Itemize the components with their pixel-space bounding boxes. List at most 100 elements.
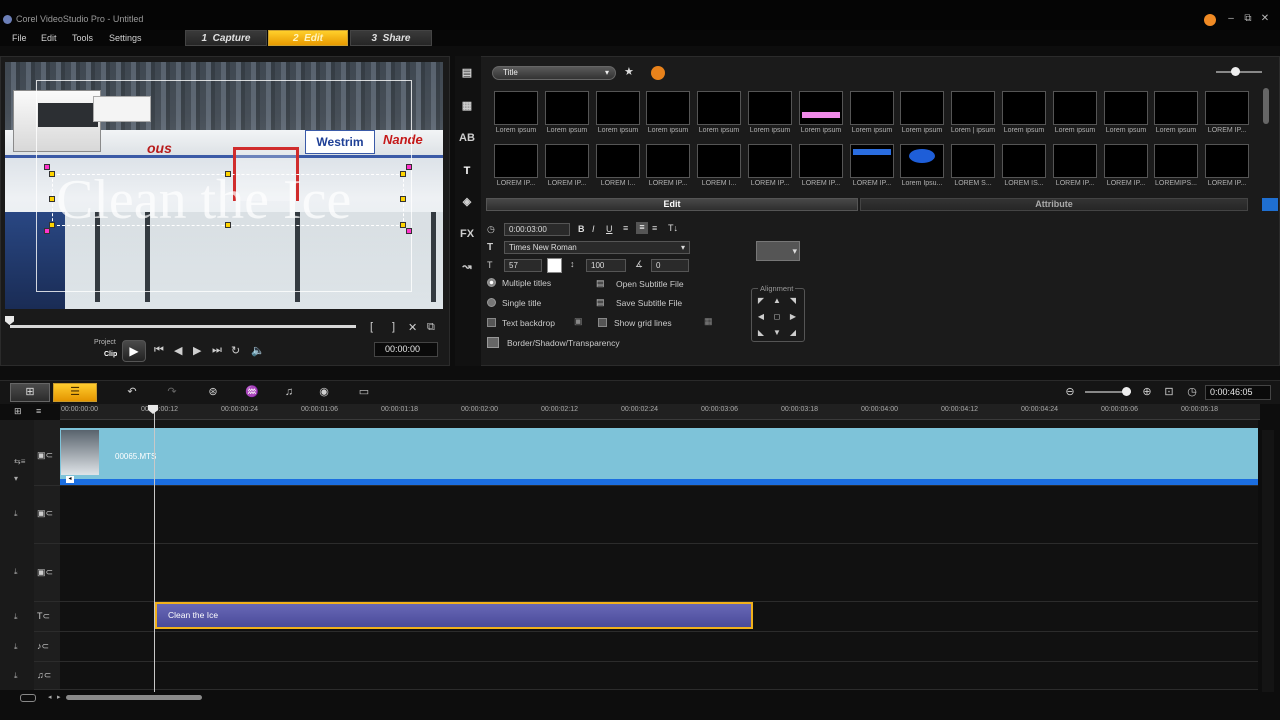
record-capture-icon[interactable]: ⊛ [203,384,223,400]
single-title-radio[interactable] [487,298,496,307]
graphic-icon[interactable]: ◈ [458,193,476,211]
media-icon[interactable]: ▤ [458,64,476,82]
title-template-thumbnail[interactable] [494,91,538,125]
restore-icon[interactable]: ⧉ [1241,13,1255,25]
title-template-thumbnail[interactable] [951,144,995,178]
title-template-thumbnail[interactable] [850,91,894,125]
title-template-thumbnail[interactable] [748,91,792,125]
track-manager-icon[interactable]: ⊞ [14,406,22,417]
repeat-icon[interactable]: ↻ [231,344,240,357]
project-duration-timecode[interactable]: 0:00:46:05 [1205,385,1271,400]
track-lock-icon[interactable]: ⤓ [14,612,18,622]
title-clip[interactable]: Clean the Ice [155,602,753,629]
path-icon[interactable]: ↝ [458,258,476,276]
border-shadow-transparency-button[interactable]: Border/Shadow/Transparency [507,338,620,348]
playhead-line[interactable] [154,410,155,692]
rotate-handle[interactable] [406,164,412,170]
scrubber-bar[interactable] [10,325,356,328]
transition-icon[interactable]: AB [458,129,476,147]
tab-attribute-options[interactable]: Attribute [860,198,1248,211]
project-mode-label[interactable]: Project [94,339,116,346]
resize-handle[interactable] [400,171,406,177]
preview-timecode[interactable]: 00:00:00 [374,342,438,357]
split-clip-icon[interactable]: ✕ [408,321,417,334]
resize-handle[interactable] [49,171,55,177]
title-template-thumbnail[interactable] [1002,144,1046,178]
title-template-thumbnail[interactable] [1154,144,1198,178]
tab-share[interactable]: 3 Share [350,30,432,46]
menu-file[interactable]: File [12,33,27,43]
underline-icon[interactable]: U [606,224,613,234]
title-template-thumbnail[interactable] [1053,91,1097,125]
title-template-thumbnail[interactable] [1104,144,1148,178]
music-track-icon[interactable]: ♫⊂ [37,670,51,681]
overlay-track-icon[interactable]: ▣⊂ [37,567,53,578]
save-subtitle-button[interactable]: Save Subtitle File [616,298,682,308]
align-top-right-icon[interactable]: ◥ [788,296,798,306]
title-template-thumbnail[interactable] [900,91,944,125]
storyboard-view-button[interactable]: ⊞ [10,383,50,402]
next-frame-icon[interactable]: ▶ [193,344,201,357]
align-bottom-right-icon[interactable]: ◢ [788,328,798,338]
motion-tracking-icon[interactable]: ◉ [314,384,334,400]
title-template-thumbnail[interactable] [646,91,690,125]
align-bottom-center-icon[interactable]: ▼ [772,328,782,338]
resize-handle[interactable] [49,196,55,202]
title-template-thumbnail[interactable] [697,91,741,125]
title-template-thumbnail[interactable] [596,91,640,125]
angle-field[interactable]: 0 [651,259,689,272]
tab-capture[interactable]: 1 Capture [185,30,267,46]
title-template-thumbnail[interactable] [596,144,640,178]
fit-timeline-icon[interactable] [20,694,36,702]
rotate-handle[interactable] [406,228,412,234]
video-track-icon[interactable]: ▣⊂ [37,450,53,461]
menu-tools[interactable]: Tools [72,33,93,43]
title-template-thumbnail[interactable] [748,144,792,178]
undo-icon[interactable]: ↶ [122,384,142,400]
title-template-thumbnail[interactable] [900,144,944,178]
video-clip[interactable] [60,428,1258,485]
duration-field[interactable]: 0:00:03:00 [504,223,570,236]
backdrop-settings-icon[interactable]: ▣ [574,316,583,327]
font-select[interactable]: Times New Roman ▾ [504,241,690,254]
zoom-knob[interactable] [1122,387,1131,396]
align-right-icon[interactable]: ≡ [652,223,657,233]
open-subtitle-button[interactable]: Open Subtitle File [616,279,684,289]
grid-settings-icon[interactable]: ▦ [704,316,713,327]
help-icon[interactable] [1204,14,1216,26]
title-template-thumbnail[interactable] [697,144,741,178]
ripple-editing-icon[interactable]: ⇆≡ [14,457,25,466]
thumbnail-size-knob[interactable] [1231,67,1240,76]
zoom-in-icon[interactable]: ⊕ [1137,384,1157,400]
text-backdrop-checkbox[interactable] [487,318,496,327]
title-template-thumbnail[interactable] [545,144,589,178]
title-template-thumbnail[interactable] [850,144,894,178]
toggle-options-icon[interactable] [1262,198,1278,211]
border-shadow-icon[interactable] [487,337,499,348]
add-favorite-icon[interactable]: ★ [624,65,634,78]
title-template-thumbnail[interactable] [799,144,843,178]
title-template-thumbnail[interactable] [1002,91,1046,125]
instant-project-icon[interactable]: ▦ [458,97,476,115]
tab-edit-options[interactable]: Edit [486,198,858,211]
end-icon[interactable]: ⏭ [212,344,222,357]
align-top-center-icon[interactable]: ▲ [772,296,782,306]
auto-music-icon[interactable]: ♫ [279,384,299,400]
menu-settings[interactable]: Settings [109,33,142,43]
title-preset-select[interactable]: ▾ [756,241,800,261]
library-scrollbar[interactable] [1263,88,1269,124]
title-template-thumbnail[interactable] [545,91,589,125]
title-icon[interactable]: T [458,162,476,180]
align-center-icon[interactable]: ≡ [636,222,648,234]
timeline-vertical-scrollbar[interactable] [1262,430,1274,692]
clip-mode-label[interactable]: Clip [104,351,117,358]
bold-icon[interactable]: B [578,224,585,234]
mark-in-icon[interactable]: [ [370,321,373,333]
timeline-view-button[interactable]: ☰ [53,383,97,402]
title-template-thumbnail[interactable] [1104,91,1148,125]
track-lock-icon[interactable]: ⤓ [14,567,18,577]
get-more-icon[interactable] [651,66,665,80]
resize-handle[interactable] [400,196,406,202]
track-lock-icon[interactable]: ⤓ [14,642,18,652]
title-template-thumbnail[interactable] [494,144,538,178]
